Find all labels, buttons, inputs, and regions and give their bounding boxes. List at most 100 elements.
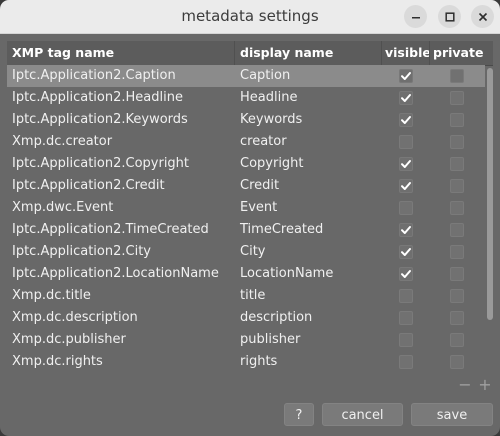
- table-body: Iptc.Application2.Caption Caption Iptc.App…: [7, 65, 485, 373]
- visible-checkbox[interactable]: [399, 333, 413, 347]
- scrollbar-thumb[interactable]: [487, 68, 493, 320]
- table-row[interactable]: Iptc.Application2.Copyright Copyright: [7, 153, 485, 175]
- private-cell: [430, 175, 483, 197]
- xmp-tag-cell[interactable]: Iptc.Application2.City: [7, 241, 235, 263]
- private-checkbox[interactable]: [449, 245, 464, 259]
- column-header-xmp-tag[interactable]: XMP tag name: [7, 41, 235, 65]
- display-name-cell[interactable]: description: [235, 307, 382, 329]
- visible-cell: [382, 65, 430, 87]
- visible-checkbox[interactable]: [399, 179, 413, 193]
- visible-cell: [382, 285, 430, 307]
- private-checkbox[interactable]: [449, 333, 464, 347]
- visible-checkbox[interactable]: [399, 113, 413, 127]
- remove-row-button[interactable]: −: [458, 376, 472, 394]
- display-name-cell[interactable]: title: [235, 285, 382, 307]
- private-checkbox[interactable]: [449, 135, 464, 149]
- table-row[interactable]: Iptc.Application2.Credit Credit: [7, 175, 485, 197]
- display-name-cell[interactable]: TimeCreated: [235, 219, 382, 241]
- display-name-cell[interactable]: Copyright: [235, 153, 382, 175]
- visible-checkbox[interactable]: [399, 135, 413, 149]
- xmp-tag-cell[interactable]: Iptc.Application2.Caption: [7, 65, 235, 87]
- private-checkbox[interactable]: [449, 311, 464, 325]
- maximize-icon: [444, 11, 455, 22]
- xmp-tag-cell[interactable]: Xmp.dc.rights: [7, 351, 235, 373]
- column-header-private[interactable]: private: [430, 41, 483, 65]
- xmp-tag-cell[interactable]: Iptc.Application2.TimeCreated: [7, 219, 235, 241]
- xmp-tag-cell[interactable]: Iptc.Application2.Credit: [7, 175, 235, 197]
- display-name-cell[interactable]: Keywords: [235, 109, 382, 131]
- visible-checkbox[interactable]: [399, 201, 413, 215]
- checkmark-icon: [401, 94, 411, 102]
- checkmark-icon: [401, 226, 411, 234]
- table-row[interactable]: Xmp.dc.creator creator: [7, 131, 485, 153]
- xmp-tag-cell[interactable]: Iptc.Application2.Keywords: [7, 109, 235, 131]
- table-row[interactable]: Iptc.Application2.LocationName LocationNa…: [7, 263, 485, 285]
- private-checkbox[interactable]: [449, 157, 464, 171]
- xmp-tag-cell[interactable]: Xmp.dc.creator: [7, 131, 235, 153]
- private-checkbox[interactable]: [449, 355, 464, 369]
- cancel-button[interactable]: cancel: [322, 403, 403, 426]
- save-button[interactable]: save: [411, 403, 493, 426]
- add-row-button[interactable]: +: [478, 376, 492, 394]
- display-name-cell[interactable]: rights: [235, 351, 382, 373]
- private-checkbox[interactable]: [449, 113, 464, 127]
- metadata-settings-dialog: metadata settings XMP tag name display n…: [0, 0, 500, 436]
- visible-checkbox[interactable]: [399, 267, 413, 281]
- private-checkbox[interactable]: [449, 223, 464, 237]
- visible-cell: [382, 329, 430, 351]
- xmp-tag-cell[interactable]: Iptc.Application2.LocationName: [7, 263, 235, 285]
- table-row[interactable]: Iptc.Application2.City City: [7, 241, 485, 263]
- metadata-table: XMP tag name display name visible privat…: [7, 41, 493, 378]
- display-name-cell[interactable]: Credit: [235, 175, 382, 197]
- close-button[interactable]: [471, 5, 494, 28]
- visible-cell: [382, 87, 430, 109]
- visible-checkbox[interactable]: [399, 245, 413, 259]
- xmp-tag-cell[interactable]: Xmp.dc.publisher: [7, 329, 235, 351]
- visible-checkbox[interactable]: [399, 91, 413, 105]
- table-row[interactable]: Iptc.Application2.TimeCreated TimeCreated: [7, 219, 485, 241]
- display-name-cell[interactable]: Headline: [235, 87, 382, 109]
- xmp-tag-cell[interactable]: Iptc.Application2.Headline: [7, 87, 235, 109]
- private-checkbox[interactable]: [449, 267, 464, 281]
- visible-checkbox[interactable]: [399, 355, 413, 369]
- table-row[interactable]: Xmp.dc.description description: [7, 307, 485, 329]
- private-cell: [430, 197, 483, 219]
- visible-checkbox[interactable]: [399, 69, 413, 83]
- display-name-cell[interactable]: City: [235, 241, 382, 263]
- display-name-cell[interactable]: Caption: [235, 65, 382, 87]
- table-row[interactable]: Xmp.dwc.Event Event: [7, 197, 485, 219]
- xmp-tag-cell[interactable]: Xmp.dwc.Event: [7, 197, 235, 219]
- display-name-cell[interactable]: creator: [235, 131, 382, 153]
- maximize-button[interactable]: [438, 5, 461, 28]
- table-row[interactable]: Xmp.dc.publisher publisher: [7, 329, 485, 351]
- help-button[interactable]: ?: [284, 403, 314, 426]
- display-name-cell[interactable]: Event: [235, 197, 382, 219]
- table-row[interactable]: Iptc.Application2.Keywords Keywords: [7, 109, 485, 131]
- table-row[interactable]: Iptc.Application2.Headline Headline: [7, 87, 485, 109]
- visible-checkbox[interactable]: [399, 157, 413, 171]
- column-header-visible[interactable]: visible: [382, 41, 430, 65]
- visible-checkbox[interactable]: [399, 311, 413, 325]
- xmp-tag-cell[interactable]: Xmp.dc.title: [7, 285, 235, 307]
- visible-checkbox[interactable]: [399, 289, 413, 303]
- visible-cell: [382, 131, 430, 153]
- private-checkbox[interactable]: [449, 201, 464, 215]
- private-checkbox[interactable]: [449, 179, 464, 193]
- minimize-button[interactable]: [404, 5, 427, 28]
- private-checkbox[interactable]: [449, 69, 464, 83]
- private-cell: [430, 307, 483, 329]
- visible-checkbox[interactable]: [399, 223, 413, 237]
- checkmark-icon: [401, 160, 411, 168]
- xmp-tag-cell[interactable]: Iptc.Application2.Copyright: [7, 153, 235, 175]
- private-checkbox[interactable]: [449, 289, 464, 303]
- table-row[interactable]: Iptc.Application2.Caption Caption: [7, 65, 485, 87]
- table-row[interactable]: Xmp.dc.rights rights: [7, 351, 485, 373]
- vertical-scrollbar[interactable]: [487, 66, 493, 378]
- table-row[interactable]: Xmp.dc.title title: [7, 285, 485, 307]
- private-checkbox[interactable]: [449, 91, 464, 105]
- display-name-cell[interactable]: publisher: [235, 329, 382, 351]
- display-name-cell[interactable]: LocationName: [235, 263, 382, 285]
- column-header-display-name[interactable]: display name: [235, 41, 382, 65]
- xmp-tag-cell[interactable]: Xmp.dc.description: [7, 307, 235, 329]
- table-header: XMP tag name display name visible privat…: [7, 41, 493, 66]
